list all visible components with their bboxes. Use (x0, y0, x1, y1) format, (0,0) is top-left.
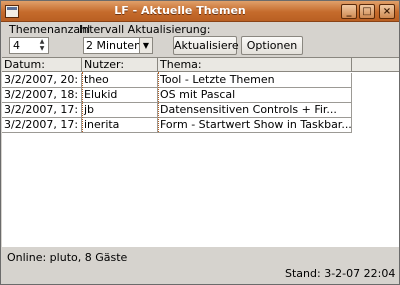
cell-date: 3/2/2007, 20: (2, 73, 82, 87)
refresh-interval-label: Intervall Aktualisierung: (79, 23, 211, 36)
table-header: Datum: Nutzer: Thema: (2, 58, 399, 72)
refresh-button[interactable]: Aktualisiere (173, 36, 239, 55)
cell-user: jb (82, 103, 158, 117)
table-row[interactable]: 3/2/2007, 17: inerita Form - Startwert S… (2, 118, 352, 133)
table-row[interactable]: 3/2/2007, 17: jb Datensensitiven Control… (2, 103, 352, 118)
table-row[interactable]: 3/2/2007, 18: Elukid OS mit Pascal (2, 88, 352, 103)
app-window: LF - Aktuelle Themen _ □ × Themenanzahl … (0, 0, 400, 285)
cell-topic: OS mit Pascal (158, 88, 352, 102)
column-header-date[interactable]: Datum: (2, 58, 82, 72)
interval-select[interactable]: 2 Minuten ▼ (83, 37, 153, 54)
minimize-icon: _ (346, 6, 352, 17)
title-bar[interactable]: LF - Aktuelle Themen _ □ × (1, 1, 399, 22)
minimize-button[interactable]: _ (341, 4, 357, 19)
cell-topic: Tool - Letzte Themen (158, 73, 352, 87)
chevron-down-icon[interactable]: ▼ (139, 38, 152, 53)
window-title: LF - Aktuelle Themen (114, 4, 246, 17)
cell-date: 3/2/2007, 18: (2, 88, 82, 102)
cell-user: theo (82, 73, 158, 87)
topic-count-value: 4 (13, 39, 20, 52)
window-icon[interactable] (5, 5, 19, 18)
maximize-button[interactable]: □ (359, 4, 375, 19)
column-header-user[interactable]: Nutzer: (82, 58, 158, 72)
cell-topic: Datensensitiven Controls + Fir... (158, 103, 352, 117)
topic-count-label: Themenanzahl (9, 23, 91, 36)
column-divider (82, 72, 83, 132)
table-row[interactable]: 3/2/2007, 20: theo Tool - Letzte Themen (2, 73, 352, 88)
column-header-topic[interactable]: Thema: (158, 58, 352, 72)
column-divider (158, 72, 159, 132)
cell-date: 3/2/2007, 17: (2, 118, 82, 132)
cell-date: 3/2/2007, 17: (2, 103, 82, 117)
cell-user: Elukid (82, 88, 158, 102)
online-users-text: Online: pluto, 8 Gäste (7, 251, 128, 264)
close-icon: × (382, 6, 392, 17)
topic-count-spinner[interactable]: 4 ▲ ▼ (9, 37, 49, 54)
interval-value: 2 Minuten (86, 39, 142, 52)
cell-topic: Form - Startwert Show in Taskbar... (160, 118, 352, 132)
status-timestamp: Stand: 3-2-07 22:04 (285, 267, 396, 280)
maximize-icon: □ (362, 6, 372, 17)
options-button[interactable]: Optionen (241, 36, 303, 55)
spinner-arrows-icon[interactable]: ▲ ▼ (37, 38, 47, 53)
close-button[interactable]: × (379, 4, 395, 19)
topics-table: Datum: Nutzer: Thema: 3/2/2007, 20: theo… (2, 57, 399, 247)
cell-user: inerita (82, 118, 158, 132)
